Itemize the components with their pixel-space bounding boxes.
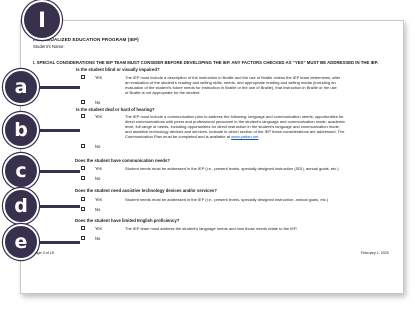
checkbox-communication-yes[interactable]	[81, 166, 85, 170]
checkbox-blind-no[interactable]	[81, 100, 85, 104]
pattan-link[interactable]: www.pattan.net	[231, 134, 258, 139]
student-name-label: Student's Name:	[33, 44, 65, 49]
label-communication-no: No	[95, 175, 101, 181]
callout-badge-d: d	[3, 188, 39, 224]
label-blind-yes: Yes	[95, 74, 102, 80]
checkbox-blind-yes[interactable]	[81, 75, 85, 79]
checkbox-communication-no[interactable]	[81, 176, 85, 180]
question-english: Does the student have limited English pr…	[75, 218, 180, 223]
desc-communication-yes: Student needs must be addressed in the I…	[125, 165, 339, 171]
label-communication-yes: Yes	[95, 165, 102, 171]
section-badge-i: I	[22, 0, 62, 40]
label-assistive-yes: Yes	[95, 196, 102, 202]
checkbox-deaf-no[interactable]	[81, 144, 85, 148]
label-deaf-yes: Yes	[95, 113, 102, 119]
checkbox-english-no[interactable]	[81, 236, 85, 240]
question-blind: Is the student blind or visually impaire…	[76, 67, 160, 72]
form-date: February 1, 2020	[360, 251, 389, 255]
label-english-no: No	[95, 235, 101, 241]
checkbox-english-yes[interactable]	[81, 226, 85, 230]
callout-badge-b: b	[3, 112, 39, 148]
label-blind-no: No	[95, 99, 101, 105]
checkbox-assistive-yes[interactable]	[81, 197, 85, 201]
question-assistive: Does the student need assistive technolo…	[75, 188, 217, 193]
label-english-yes: Yes	[95, 225, 102, 231]
desc-deaf-yes: The IEP must include a communication pla…	[125, 113, 345, 139]
desc-assistive-yes: Student needs must be addressed in the I…	[125, 196, 329, 202]
desc-english-yes: The IEP team must address the student's …	[125, 225, 298, 231]
checkbox-assistive-no[interactable]	[81, 207, 85, 211]
label-deaf-no: No	[95, 143, 101, 149]
question-communication: Does the student have communication need…	[75, 158, 171, 163]
desc-blind-yes: The IEP must include a description of th…	[125, 74, 341, 95]
callout-badge-a: a	[3, 69, 39, 105]
label-assistive-no: No	[95, 206, 101, 212]
question-deaf: Is the student deaf or hard of hearing?	[76, 107, 155, 112]
iep-form-page: INDIVIDUALIZED EDUCATION PROGRAM (IEP) S…	[20, 20, 404, 294]
callout-badge-e: e	[3, 224, 39, 260]
section-title: I. SPECIAL CONSIDERATIONS THE IEP TEAM M…	[33, 60, 379, 65]
checkbox-deaf-yes[interactable]	[81, 114, 85, 118]
callout-badge-c: c	[3, 153, 39, 189]
